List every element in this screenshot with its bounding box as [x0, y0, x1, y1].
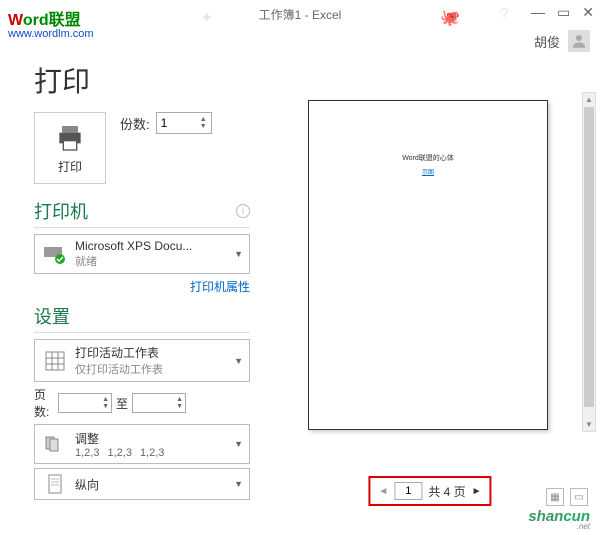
- restore-button[interactable]: ▭: [557, 4, 570, 21]
- next-page-button[interactable]: ►: [472, 486, 482, 497]
- zoom-to-page-button[interactable]: ▦: [546, 488, 564, 506]
- pages-label: 页数:: [34, 386, 54, 420]
- chevron-down-icon: ▼: [234, 479, 243, 489]
- print-scope-dropdown[interactable]: 打印活动工作表 仅打印活动工作表 ▼: [34, 339, 250, 382]
- collate-dropdown[interactable]: 调整 1,2,31,2,31,2,3 ▼: [34, 424, 250, 464]
- copies-label: 份数:: [120, 114, 150, 133]
- user-avatar[interactable]: [568, 30, 590, 52]
- chevron-down-icon: ▼: [234, 439, 243, 449]
- collate-icon: [41, 433, 69, 455]
- prev-page-button[interactable]: ◄: [378, 486, 388, 497]
- overlay-brand: Word联盟 www.wordlm.com: [8, 6, 94, 40]
- copies-input[interactable]: ▲▼: [156, 112, 212, 134]
- chevron-down-icon: ▼: [234, 356, 243, 366]
- user-name[interactable]: 胡俊: [534, 32, 560, 51]
- portrait-icon: [41, 473, 69, 495]
- zoom-margins-button[interactable]: ▭: [570, 488, 588, 506]
- page-to-input[interactable]: ▲▼: [132, 393, 186, 413]
- copies-spinner[interactable]: ▲▼: [200, 116, 207, 130]
- window-title: 工作簿1 - Excel: [259, 6, 342, 23]
- settings-section-header: 设置: [34, 303, 250, 333]
- printer-icon: [54, 122, 86, 154]
- printer-properties-link[interactable]: 打印机属性: [34, 278, 250, 295]
- minimize-button[interactable]: —: [531, 4, 545, 21]
- left-panel: 打印 打印 份数: ▲▼ 打印机 i Microsoft XP: [0, 54, 260, 534]
- current-page-input[interactable]: [394, 482, 422, 500]
- page-title: 打印: [34, 60, 250, 100]
- preview-page: Word联盟的心体 示图: [308, 100, 548, 430]
- close-button[interactable]: ✕: [582, 4, 594, 21]
- preview-panel: Word联盟的心体 示图 ▲ ▼ ◄ 共 4 页 ► ▦ ▭: [260, 54, 600, 534]
- preview-scrollbar[interactable]: ▲ ▼: [582, 92, 596, 432]
- print-button[interactable]: 打印: [34, 112, 106, 184]
- page-from-input[interactable]: ▲▼: [58, 393, 112, 413]
- page-navigator: ◄ 共 4 页 ►: [368, 476, 491, 506]
- watermark: shancun .net: [528, 508, 590, 531]
- printer-section-header: 打印机 i: [34, 198, 250, 228]
- printer-dropdown[interactable]: Microsoft XPS Docu... 就绪 ▼: [34, 234, 250, 274]
- sheet-icon: [41, 350, 69, 372]
- page-total-label: 共 4 页: [428, 483, 465, 500]
- orientation-dropdown[interactable]: 纵向 ▼: [34, 468, 250, 500]
- printer-status-icon: [41, 243, 69, 265]
- info-icon[interactable]: i: [236, 204, 250, 218]
- chevron-down-icon: ▼: [234, 249, 243, 259]
